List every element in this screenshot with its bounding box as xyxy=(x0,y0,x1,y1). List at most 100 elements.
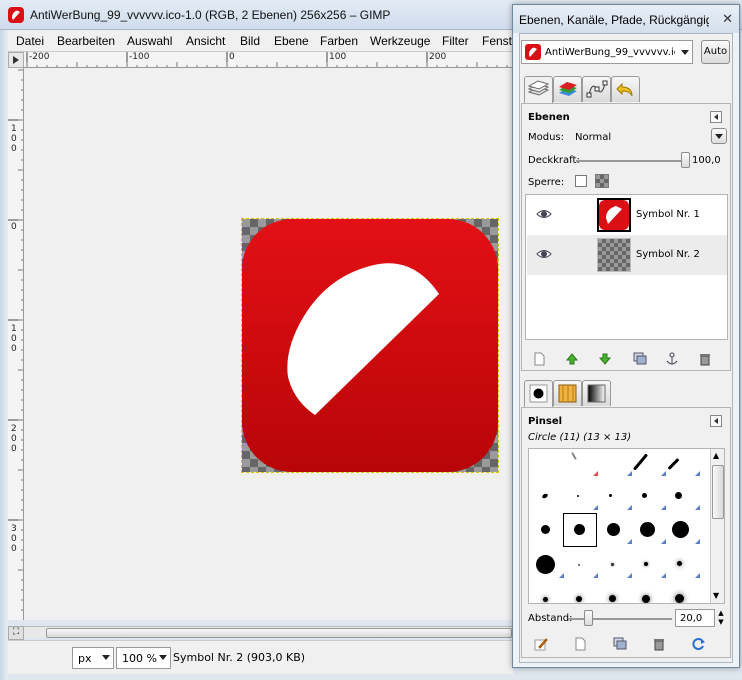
menu-ansicht[interactable]: Ansicht xyxy=(186,34,225,48)
horizontal-scrollbar[interactable] xyxy=(24,626,513,638)
brush-corner xyxy=(627,471,632,476)
auto-button[interactable]: Auto xyxy=(701,40,730,64)
unit-select[interactable]: px xyxy=(72,647,114,669)
menu-bearbeiten[interactable]: Bearbeiten xyxy=(57,34,115,48)
layer-row[interactable]: Symbol Nr. 1 xyxy=(527,195,727,235)
duplicate-layer-icon[interactable] xyxy=(633,352,647,366)
brush-item[interactable] xyxy=(675,492,682,499)
brush-corner xyxy=(661,573,666,578)
brush-item[interactable] xyxy=(593,471,598,476)
layers-heading: Ebenen xyxy=(528,112,570,123)
ruler-label: -100 xyxy=(129,52,150,62)
delete-brush-icon[interactable] xyxy=(652,637,666,651)
eye-icon[interactable] xyxy=(536,207,552,221)
brush-item[interactable] xyxy=(543,597,548,602)
zoom-to-fit-button[interactable]: ⛶ xyxy=(8,626,24,640)
delete-icon[interactable] xyxy=(698,352,712,366)
menu-bild[interactable]: Bild xyxy=(240,34,260,48)
paths-icon xyxy=(586,80,608,98)
panel-menu-icon[interactable] xyxy=(710,111,722,123)
eye-icon[interactable] xyxy=(536,247,552,261)
anchor-icon[interactable] xyxy=(665,352,679,366)
lock-pixels-checkbox[interactable] xyxy=(575,175,587,187)
layer-row-selected[interactable]: Symbol Nr. 2 xyxy=(527,235,727,275)
new-brush-icon[interactable] xyxy=(573,637,587,651)
lock-alpha-icon[interactable] xyxy=(595,174,609,188)
brush-item[interactable] xyxy=(640,522,655,537)
image-canvas[interactable] xyxy=(24,68,513,620)
brush-item[interactable] xyxy=(644,562,648,566)
scroll-down-icon[interactable]: ▼ xyxy=(713,591,719,600)
tab-brushes[interactable] xyxy=(524,380,553,407)
brush-item[interactable] xyxy=(609,595,616,602)
menu-fenster[interactable]: Fenst xyxy=(482,34,512,48)
brush-item[interactable] xyxy=(536,555,555,574)
duplicate-brush-icon[interactable] xyxy=(613,637,627,651)
dock-title-bar[interactable]: Ebenen, Kanäle, Pfade, Rückgängig ✕ xyxy=(513,5,739,33)
brush-item[interactable] xyxy=(607,523,620,536)
brush-item[interactable] xyxy=(611,563,614,566)
layers-panel: Ebenen Modus: Normal Deckkraft: 100,0 Sp… xyxy=(521,103,731,371)
brush-item[interactable] xyxy=(677,561,682,566)
brush-corner xyxy=(661,539,666,544)
brush-corner xyxy=(695,471,700,476)
lower-layer-icon[interactable] xyxy=(598,352,612,366)
mode-dropdown[interactable] xyxy=(711,128,727,144)
image-layer-area[interactable] xyxy=(241,218,499,473)
menu-farben[interactable]: Farben xyxy=(320,34,358,48)
current-brush-name: Circle (11) (13 × 13) xyxy=(528,432,632,443)
tab-paths[interactable] xyxy=(582,76,611,102)
tab-gradients[interactable] xyxy=(582,380,611,406)
scrollbar-thumb[interactable] xyxy=(46,628,512,638)
refresh-icon[interactable] xyxy=(692,637,706,651)
brush-item[interactable] xyxy=(578,564,580,566)
brush-item[interactable] xyxy=(667,457,680,471)
raise-layer-icon[interactable] xyxy=(565,352,579,366)
new-layer-icon[interactable] xyxy=(532,352,546,366)
brush-scrollbar[interactable]: ▲ ▼ xyxy=(710,449,724,603)
unit-value: px xyxy=(78,652,92,665)
menu-datei[interactable]: Datei xyxy=(16,34,44,48)
brush-item[interactable] xyxy=(609,494,612,497)
layer-name: Symbol Nr. 2 xyxy=(636,249,700,260)
quick-mask-toggle[interactable] xyxy=(8,52,24,68)
brush-item[interactable] xyxy=(541,492,549,500)
spacing-field[interactable]: 20,0 xyxy=(675,609,715,627)
opacity-value[interactable]: 100,0 xyxy=(692,155,721,166)
brush-item[interactable] xyxy=(672,521,689,538)
mode-label: Modus: xyxy=(528,132,565,143)
opacity-slider-handle[interactable] xyxy=(681,152,690,168)
layers-dock-window: Ebenen, Kanäle, Pfade, Rückgängig ✕ Anti… xyxy=(512,4,740,668)
tab-channels[interactable] xyxy=(553,76,582,102)
brush-item[interactable] xyxy=(577,495,579,497)
close-icon[interactable]: ✕ xyxy=(722,12,733,27)
scrollbar-thumb[interactable] xyxy=(712,465,724,519)
brush-item[interactable] xyxy=(642,595,650,603)
scroll-up-icon[interactable]: ▲ xyxy=(713,451,719,460)
zoom-select[interactable]: 100 % xyxy=(116,647,171,669)
mode-value[interactable]: Normal xyxy=(575,132,611,143)
menu-werkzeuge[interactable]: Werkzeuge xyxy=(370,34,430,48)
panel-menu-icon[interactable] xyxy=(710,415,722,427)
image-select[interactable]: AntiWerBung_99_vvvvvv.ico-1 xyxy=(521,40,693,64)
brush-grid[interactable]: ▲ ▼ xyxy=(528,448,725,604)
brush-item[interactable] xyxy=(632,453,649,471)
spacing-slider-handle[interactable] xyxy=(583,610,593,626)
tab-undo-history[interactable] xyxy=(611,76,640,102)
tab-layers[interactable] xyxy=(524,76,553,103)
spacing-spinner[interactable]: ▲ ▼ xyxy=(716,609,726,627)
brush-item[interactable] xyxy=(642,493,647,498)
brush-item[interactable] xyxy=(574,524,585,535)
menu-ebene[interactable]: Ebene xyxy=(274,34,309,48)
tab-patterns[interactable] xyxy=(553,380,582,406)
dock-body: AntiWerBung_99_vvvvvv.ico-1 Auto Ebenen … xyxy=(519,33,733,663)
opacity-slider-track[interactable] xyxy=(576,160,686,162)
menu-auswahl[interactable]: Auswahl xyxy=(127,34,172,48)
brush-item[interactable] xyxy=(675,594,684,603)
menu-filter[interactable]: Filter xyxy=(442,34,469,48)
brush-item[interactable] xyxy=(576,596,582,602)
brush-item[interactable] xyxy=(541,525,550,534)
layer-thumbnail xyxy=(597,198,631,232)
brush-item[interactable] xyxy=(571,452,577,460)
edit-brush-icon[interactable] xyxy=(534,637,548,651)
